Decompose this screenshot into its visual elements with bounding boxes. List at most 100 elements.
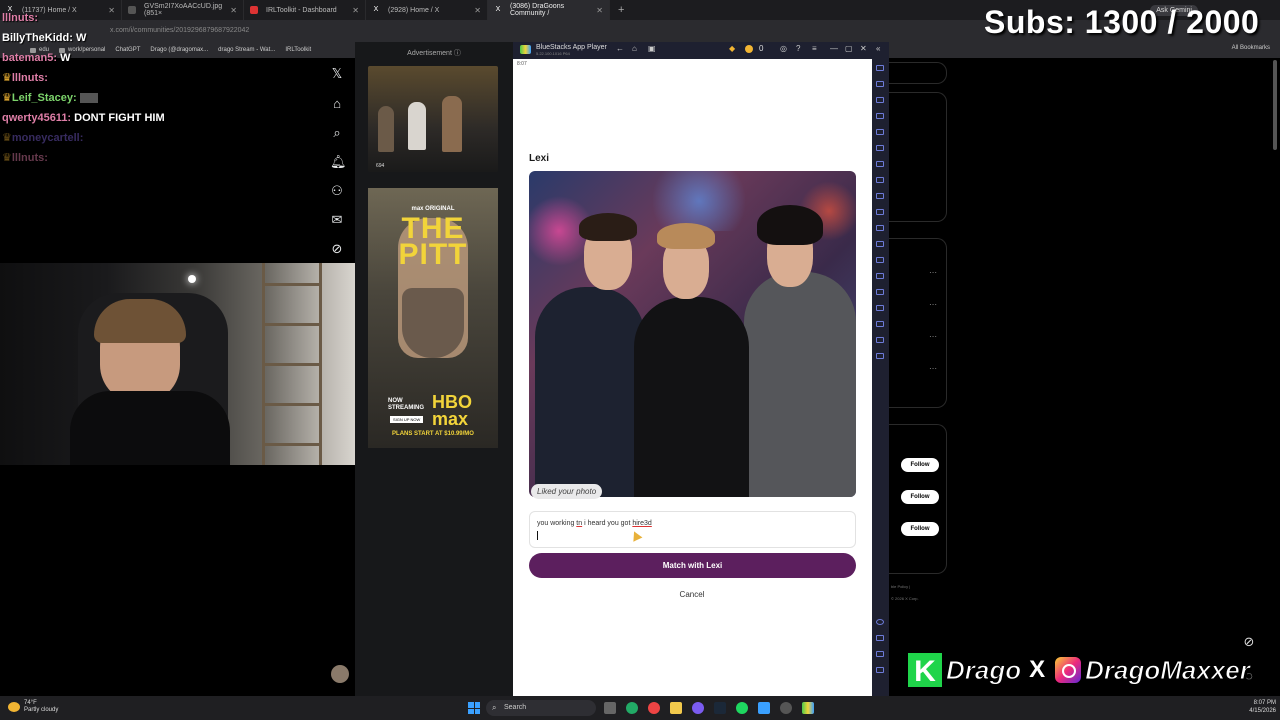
rotate-icon[interactable] xyxy=(876,273,884,279)
new-tab-button[interactable]: + xyxy=(610,4,632,16)
badge-icon: ♛ xyxy=(2,72,12,84)
comment-segment: you working xyxy=(537,520,577,527)
chat-message: bateman5: W xyxy=(2,48,352,68)
kick-logo-icon: K xyxy=(906,651,944,689)
shake-icon[interactable] xyxy=(876,257,884,263)
ad-video-thumbnail[interactable]: 694 xyxy=(368,66,498,172)
x-logo-icon[interactable]: 𝕏 xyxy=(330,67,344,81)
grok-icon[interactable]: ⊘ xyxy=(1240,633,1258,651)
layers-icon[interactable] xyxy=(876,305,884,311)
follow-button[interactable]: Follow xyxy=(901,458,939,472)
more-icon[interactable]: ⋯ xyxy=(929,268,937,277)
eco-mode-icon[interactable] xyxy=(876,225,884,231)
search-icon[interactable]: ⌕ xyxy=(330,126,344,140)
bluestacks-title: BlueStacks App Player xyxy=(536,44,607,51)
discord-icon[interactable] xyxy=(692,702,704,714)
avatar[interactable] xyxy=(331,665,349,683)
messages-icon[interactable]: ✉ xyxy=(330,213,344,227)
notifications-icon[interactable]: 🔔︎ xyxy=(330,155,347,169)
emote-icon xyxy=(79,93,98,104)
chat-message: ♛Leif_Stacey: xyxy=(2,88,352,108)
chat-text: DONT FIGHT HIM xyxy=(74,112,165,124)
app-icon[interactable] xyxy=(758,702,770,714)
delete-icon[interactable] xyxy=(876,289,884,295)
recent-apps-icon[interactable] xyxy=(876,667,884,673)
tab-dragoons-community[interactable]: X (3086) DraGoons Community / ✕ xyxy=(488,0,610,20)
badge-icon: ♛ xyxy=(2,132,12,144)
maximize-icon[interactable]: ▢ xyxy=(845,44,853,53)
ad-signup-button[interactable]: SIGN UP NOW xyxy=(390,416,424,423)
obs-icon[interactable] xyxy=(780,702,792,714)
weather-widget[interactable]: 74°F Partly cloudy xyxy=(24,700,58,714)
follow-button[interactable]: Follow xyxy=(901,522,939,536)
profile-photo[interactable] xyxy=(529,171,856,497)
settings-icon[interactable] xyxy=(876,619,884,625)
ladder-rung xyxy=(265,323,319,326)
back-icon[interactable]: ← xyxy=(616,44,624,53)
minimize-icon[interactable]: — xyxy=(830,44,838,53)
keyboard-icon[interactable] xyxy=(876,97,884,103)
close-icon[interactable]: ✕ xyxy=(860,44,867,53)
folder-icon[interactable] xyxy=(876,161,884,167)
windows-start-icon[interactable] xyxy=(468,702,480,714)
tab-close-icon[interactable]: ✕ xyxy=(474,6,481,15)
sidebar-collapse-icon[interactable]: « xyxy=(876,44,880,53)
tab-home-x-2[interactable]: X (2928) Home / X ✕ xyxy=(366,0,488,20)
more-icon[interactable] xyxy=(876,337,884,343)
tab-close-icon[interactable]: ✕ xyxy=(596,6,603,15)
webcam-feed xyxy=(0,263,355,465)
home-icon[interactable]: ⌂ xyxy=(632,44,637,53)
record-icon[interactable] xyxy=(876,129,884,135)
bluestacks-taskbar-icon[interactable] xyxy=(802,702,814,714)
sidebar-icon[interactable] xyxy=(876,353,884,359)
comment-input[interactable] xyxy=(529,511,856,548)
grok-icon[interactable]: ⊘ xyxy=(330,242,344,256)
x-search-box[interactable] xyxy=(889,62,947,84)
camera-icon[interactable] xyxy=(876,321,884,327)
home-icon[interactable]: ⌂ xyxy=(330,97,344,111)
sync-icon[interactable] xyxy=(876,209,884,215)
page-scrollbar[interactable] xyxy=(1273,60,1277,150)
install-apk-icon[interactable] xyxy=(876,145,884,151)
match-name: Lexi xyxy=(529,153,550,164)
misspelled-word: hire3d xyxy=(632,520,652,527)
ladder-rung xyxy=(265,363,319,366)
macro-icon[interactable] xyxy=(876,177,884,183)
tab-close-icon[interactable]: ✕ xyxy=(352,6,359,15)
fullscreen-icon[interactable] xyxy=(876,65,884,71)
account-icon[interactable]: ◎ xyxy=(780,44,787,53)
location-icon[interactable] xyxy=(876,241,884,247)
follow-icon[interactable]: ⚇ xyxy=(330,184,344,198)
file-explorer-icon[interactable] xyxy=(670,702,682,714)
game-icon[interactable]: ◆ xyxy=(729,44,735,53)
multi-instance-icon[interactable] xyxy=(876,193,884,199)
tab-label: (3086) DraGoons Community / xyxy=(510,3,565,17)
cancel-button[interactable]: Cancel xyxy=(664,590,720,599)
more-icon[interactable]: ⋯ xyxy=(929,300,937,309)
task-view-icon[interactable] xyxy=(604,702,616,714)
person-left xyxy=(535,287,645,497)
steam-icon[interactable] xyxy=(714,702,726,714)
taskbar-search[interactable]: Search xyxy=(486,700,596,716)
home-icon[interactable] xyxy=(876,651,884,657)
volume-icon[interactable] xyxy=(876,81,884,87)
chrome-icon[interactable] xyxy=(648,702,660,714)
back-icon[interactable] xyxy=(876,635,884,641)
edge-icon[interactable] xyxy=(626,702,638,714)
recent-apps-icon[interactable]: ▣ xyxy=(648,44,656,53)
spotify-icon[interactable] xyxy=(736,702,748,714)
the-pitt-ad[interactable]: max ORIGINAL THE PITT NOW STREAMING HBO … xyxy=(368,188,498,448)
screenshot-icon[interactable] xyxy=(876,113,884,119)
system-clock[interactable]: 8:07 PM 4/15/2026 xyxy=(1249,699,1276,715)
chat-message: ♛moneycartell: xyxy=(2,128,352,148)
more-icon[interactable]: ⋯ xyxy=(929,332,937,341)
footer-policy[interactable]: ble Policy | xyxy=(891,584,910,589)
more-icon[interactable]: ⋯ xyxy=(929,364,937,373)
comment-text[interactable]: you working tn i heard you got hire3d xyxy=(537,520,652,527)
help-icon[interactable]: ? xyxy=(796,44,800,53)
all-bookmarks-button[interactable]: All Bookmarks xyxy=(1232,45,1270,51)
menu-icon[interactable]: ≡ xyxy=(812,44,817,53)
coin-count: 0 xyxy=(759,44,764,53)
follow-button[interactable]: Follow xyxy=(901,490,939,504)
match-button[interactable]: Match with Lexi xyxy=(529,553,856,578)
